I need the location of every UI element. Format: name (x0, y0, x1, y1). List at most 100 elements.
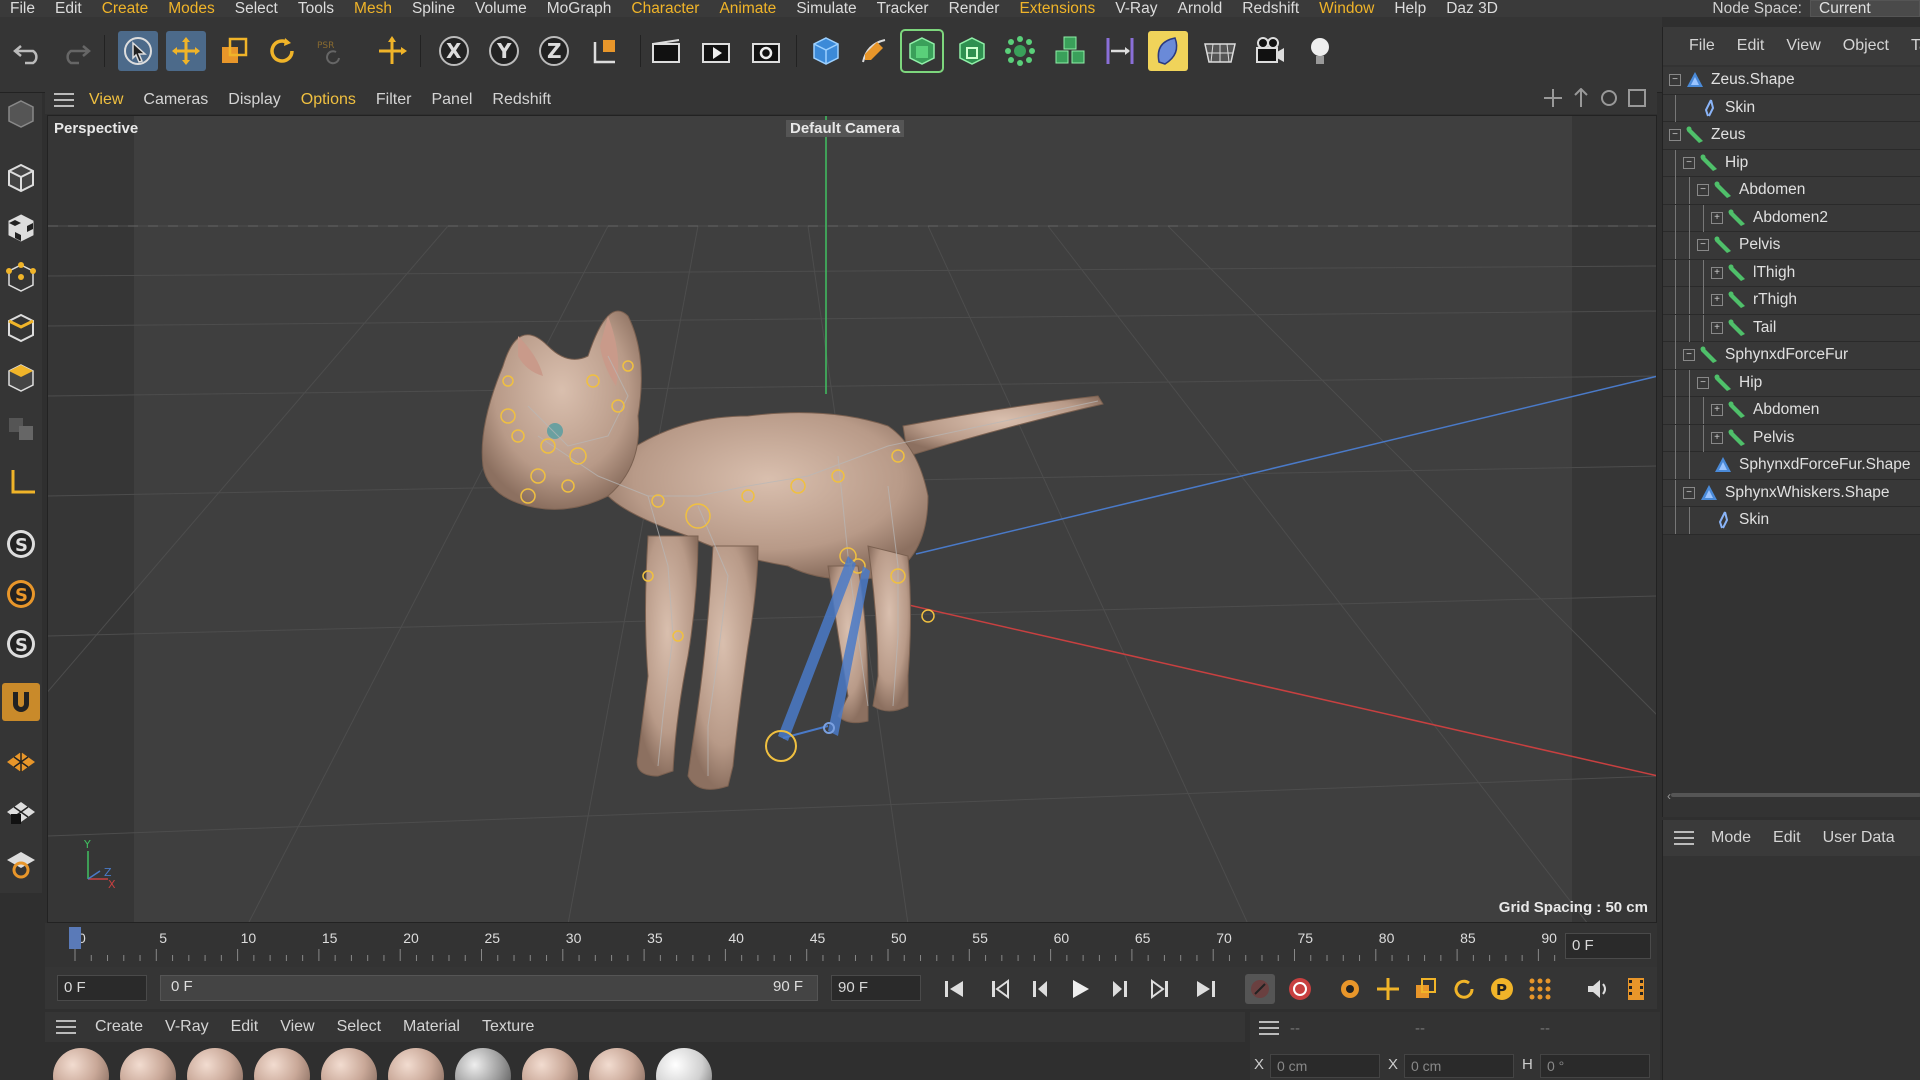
object-row[interactable]: − Hip (1663, 369, 1920, 397)
object-row[interactable]: + Abdomen (1663, 397, 1920, 425)
menu-select[interactable]: Select (225, 0, 288, 17)
viewport-menu-filter[interactable]: Filter (376, 91, 412, 109)
edges-mode-button[interactable] (2, 309, 40, 347)
rotation-h-field[interactable]: 0 ° (1540, 1054, 1650, 1078)
material-swatch[interactable] (455, 1048, 511, 1080)
pan-view-icon[interactable] (1543, 88, 1563, 108)
expand-icon[interactable]: + (1711, 266, 1723, 279)
timeline-settings-button[interactable] (1621, 974, 1651, 1004)
render-settings-button[interactable] (746, 31, 786, 71)
material-menu-create[interactable]: Create (95, 1018, 143, 1036)
object-name[interactable]: Abdomen (1753, 401, 1819, 419)
object-row[interactable]: − Zeus (1663, 122, 1920, 150)
material-swatch[interactable] (120, 1048, 176, 1080)
viewport-projection-label[interactable]: Perspective (54, 120, 138, 137)
material-menu-v-ray[interactable]: V-Ray (165, 1018, 209, 1036)
timeline-ruler[interactable]: 0 5 10 15 20 25 30 35 40 45 50 55 60 65 70 75 80 85 90 0 F (45, 923, 1657, 967)
menu-mesh[interactable]: Mesh (344, 0, 402, 17)
live-selection-button[interactable] (118, 31, 158, 71)
material-swatch[interactable] (187, 1048, 243, 1080)
collapse-icon[interactable]: − (1683, 349, 1695, 362)
node-space-selector[interactable]: Node Space: Current (Standard (1704, 0, 1920, 17)
object-row[interactable]: + Tail (1663, 314, 1920, 342)
deformer-button[interactable] (1100, 31, 1140, 71)
object-row[interactable]: + lThigh (1663, 259, 1920, 287)
light-button[interactable] (1300, 31, 1340, 71)
object-name[interactable]: Hip (1739, 374, 1762, 392)
object-name[interactable]: rThigh (1753, 291, 1797, 309)
position-key-button[interactable] (1373, 974, 1403, 1004)
object-row[interactable]: Skin (1663, 94, 1920, 122)
expand-icon[interactable]: + (1711, 321, 1723, 334)
viewport-menu-options[interactable]: Options (301, 91, 356, 109)
object-row[interactable]: + Pelvis (1663, 424, 1920, 452)
viewport-menu-view[interactable]: View (89, 91, 123, 109)
pen-spline-button[interactable] (854, 31, 894, 71)
object-row[interactable]: − SphynxWhiskers.Shape (1663, 479, 1920, 507)
expand-icon[interactable]: + (1711, 431, 1723, 444)
x-axis-lock-button[interactable]: X (434, 31, 474, 71)
menu-file[interactable]: File (0, 0, 45, 17)
previous-key-button[interactable] (985, 974, 1015, 1004)
workplane-button[interactable] (2, 683, 40, 721)
active-camera-label[interactable]: Default Camera (786, 120, 905, 137)
extrude-generator-button[interactable] (952, 31, 992, 71)
material-menu-edit[interactable]: Edit (231, 1018, 259, 1036)
hamburger-icon[interactable] (1258, 1020, 1280, 1036)
points-mode-button[interactable] (2, 259, 40, 297)
object-row[interactable]: − Abdomen (1663, 177, 1920, 205)
hamburger-icon[interactable] (53, 92, 75, 108)
material-swatch[interactable] (656, 1048, 712, 1080)
preview-range-slider[interactable]: 0 F 90 F (160, 975, 818, 1001)
menu-character[interactable]: Character (621, 0, 709, 17)
viewport-menu-redshift[interactable]: Redshift (492, 91, 551, 109)
size-x-field[interactable]: 0 cm (1404, 1054, 1514, 1078)
hamburger-icon[interactable] (1673, 830, 1695, 846)
menu-arnold[interactable]: Arnold (1167, 0, 1232, 17)
object-name[interactable]: Tail (1753, 319, 1776, 337)
floor-button[interactable] (1200, 31, 1240, 71)
snap-settings-button[interactable]: S (2, 575, 40, 613)
z-axis-lock-button[interactable]: Z (534, 31, 574, 71)
menu-volume[interactable]: Volume (465, 0, 537, 17)
object-name[interactable]: Abdomen2 (1753, 209, 1828, 227)
expand-icon[interactable]: + (1711, 294, 1723, 307)
menu-animate[interactable]: Animate (709, 0, 786, 17)
autokeying-button[interactable] (1285, 974, 1315, 1004)
position-x-field[interactable]: 0 cm (1270, 1054, 1380, 1078)
object-menu-view[interactable]: View (1786, 37, 1820, 55)
collapse-icon[interactable]: − (1697, 184, 1709, 197)
redo-button[interactable] (56, 31, 96, 71)
material-menu-view[interactable]: View (280, 1018, 314, 1036)
planar-workplane-button[interactable] (2, 793, 40, 831)
next-key-button[interactable] (1145, 974, 1175, 1004)
object-row[interactable]: + rThigh (1663, 287, 1920, 315)
y-axis-lock-button[interactable]: Y (484, 31, 524, 71)
next-frame-button[interactable] (1105, 974, 1135, 1004)
object-row[interactable]: + Abdomen2 (1663, 204, 1920, 232)
object-name[interactable]: SphynxWhiskers.Shape (1725, 484, 1890, 502)
object-row[interactable]: − Hip (1663, 149, 1920, 177)
material-menu-texture[interactable]: Texture (482, 1018, 534, 1036)
expand-icon[interactable]: + (1711, 211, 1723, 224)
uv-mode-button[interactable] (2, 409, 40, 447)
model-mode-button[interactable] (2, 159, 40, 197)
go-to-start-button[interactable] (939, 974, 969, 1004)
make-editable-button[interactable] (2, 95, 40, 133)
material-swatch[interactable] (321, 1048, 377, 1080)
material-swatch[interactable] (53, 1048, 109, 1080)
keyframe-selection-button[interactable] (1335, 974, 1365, 1004)
object-name[interactable]: SphynxdForceFur.Shape (1739, 456, 1910, 474)
start-frame-field[interactable]: 0 F (57, 975, 147, 1001)
collapse-icon[interactable]: − (1683, 156, 1695, 169)
render-view-button[interactable] (646, 31, 686, 71)
scale-key-button[interactable] (1411, 974, 1441, 1004)
sound-button[interactable] (1583, 974, 1613, 1004)
world-coordinates-button[interactable] (584, 31, 624, 71)
menu-tracker[interactable]: Tracker (867, 0, 939, 17)
snap-button[interactable]: S (2, 525, 40, 563)
object-row[interactable]: Skin (1663, 507, 1920, 535)
previous-frame-button[interactable] (1025, 974, 1055, 1004)
menu-edit[interactable]: Edit (45, 0, 92, 17)
attribute-menu-edit[interactable]: Edit (1773, 829, 1801, 847)
